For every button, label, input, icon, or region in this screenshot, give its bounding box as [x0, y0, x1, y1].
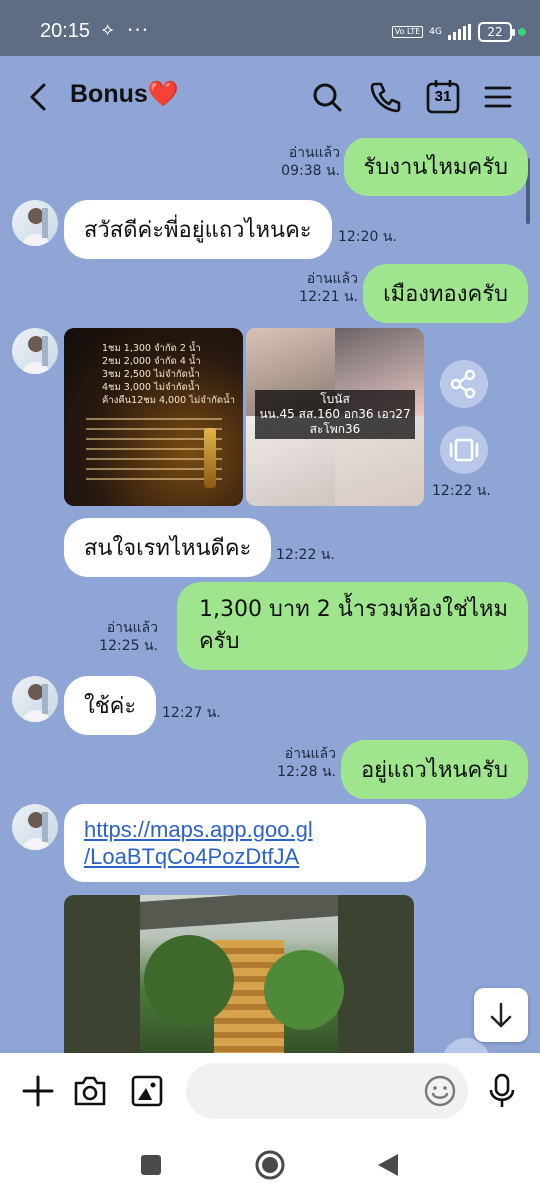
- status-extra-icon: ⟡: [102, 20, 114, 40]
- message-time: 12:28 น.: [277, 764, 336, 780]
- outgoing-message[interactable]: เมืองทองครับ: [363, 264, 528, 323]
- read-receipt: อ่านแล้ว: [284, 746, 336, 762]
- message-time: 12:25 น.: [99, 638, 158, 654]
- read-receipt: อ่านแล้ว: [288, 145, 340, 161]
- share-button[interactable]: [440, 360, 488, 408]
- bottle-decoration: [204, 428, 216, 488]
- read-receipt: อ่านแล้ว: [106, 620, 158, 636]
- message-time: 12:27 น.: [162, 705, 221, 721]
- map-link-line[interactable]: https://maps.app.goo.gl: [84, 816, 406, 843]
- caption-line: โบนัส: [320, 392, 350, 406]
- calendar-icon[interactable]: 31: [424, 78, 462, 116]
- message-meta: อ่านแล้ว 12:25 น.: [99, 619, 158, 655]
- read-receipt: อ่านแล้ว: [306, 271, 358, 287]
- tree-shape: [144, 935, 234, 1025]
- message-time: 09:38 น.: [281, 163, 340, 179]
- share-icon: [450, 369, 476, 399]
- profile-collage-image[interactable]: โบนัส นน.45 สส.160 อก36 เอว27 สะโพก36: [246, 328, 424, 506]
- price-line: 2ชม 2,000 จำกัด 4 น้ำ: [102, 356, 201, 367]
- outgoing-message[interactable]: 1,300 บาท 2 น้ำรวมห้องใช่ไหม ครับ: [176, 582, 528, 670]
- price-line: ค้างคืน12ชม 4,000 ไม่จำกัดน้ำ: [102, 395, 235, 406]
- incoming-message[interactable]: สนใจเรทไหนดีคะ: [64, 518, 272, 577]
- camera-icon[interactable]: [70, 1071, 110, 1111]
- avatar[interactable]: [12, 676, 58, 722]
- avatar[interactable]: [12, 804, 58, 850]
- caption-line: นน.45 สส.160 อก36 เอว27: [259, 407, 411, 421]
- recents-icon[interactable]: [138, 1152, 164, 1178]
- scroll-down-button[interactable]: [474, 988, 528, 1042]
- message-time: 12:22 น.: [432, 483, 491, 499]
- outgoing-message[interactable]: อยู่แถวไหนครับ: [340, 740, 528, 799]
- carousel-button[interactable]: [440, 426, 488, 474]
- image-caption: โบนัส นน.45 สส.160 อก36 เอว27 สะโพก36: [246, 390, 424, 439]
- search-icon[interactable]: [308, 78, 346, 116]
- home-icon[interactable]: [254, 1149, 286, 1181]
- message-time: 12:20 น.: [338, 229, 397, 245]
- price-list-image[interactable]: 1ชม 1,300 จำกัด 2 น้ำ 2ชม 2,000 จำกัด 4 …: [64, 328, 243, 506]
- chat-title-text: Bonus: [70, 80, 148, 108]
- back-nav-icon[interactable]: [374, 1151, 402, 1179]
- message-input[interactable]: [186, 1063, 468, 1119]
- carousel-icon: [449, 438, 479, 462]
- message-line: 1,300 บาท 2 น้ำรวมห้องใช่ไหม: [198, 597, 508, 622]
- avatar[interactable]: [12, 328, 58, 374]
- outgoing-message[interactable]: รับงานไหมครับ: [343, 138, 528, 196]
- chat-area[interactable]: อ่านแล้ว 09:38 น. รับงานไหมครับ สวัสดีค่…: [0, 138, 540, 1053]
- message-line: ครับ: [198, 629, 240, 654]
- message-time: 12:22 น.: [276, 547, 335, 563]
- price-line: 3ชม 2,500 ไม่จำกัดน้ำ: [102, 369, 200, 380]
- emoji-icon[interactable]: [422, 1073, 458, 1109]
- volte-icon: Vo LTE: [391, 26, 424, 38]
- caption-line: สะโพก36: [309, 422, 361, 436]
- price-line: 4ชม 3,000 ไม่จำกัดน้ำ: [102, 382, 200, 393]
- chat-header: Bonus❤️ 31: [0, 56, 540, 138]
- status-right-group: Vo LTE 4G 22: [391, 22, 526, 42]
- heart-emoji: ❤️: [147, 80, 179, 108]
- calendar-day: 31: [434, 88, 452, 105]
- status-time: 20:15: [40, 20, 91, 42]
- message-meta: อ่านแล้ว 12:28 น.: [277, 745, 336, 781]
- plus-icon[interactable]: [18, 1071, 58, 1111]
- link-message[interactable]: https://maps.app.goo.gl /LoaBTqCo4PozDtf…: [64, 804, 426, 882]
- image-icon[interactable]: [127, 1071, 167, 1111]
- scroll-down-icon: [490, 1002, 512, 1028]
- chat-title[interactable]: Bonus❤️: [70, 80, 179, 109]
- incoming-message[interactable]: ใช้ค่ะ: [64, 676, 157, 735]
- decorative-text-lines: [86, 418, 222, 488]
- message-input-bar: [0, 1053, 540, 1130]
- status-dot: [518, 28, 526, 36]
- back-icon[interactable]: [20, 78, 58, 116]
- incoming-message[interactable]: สวัสดีค่ะพี่อยู่แถวไหนคะ: [64, 200, 332, 259]
- network-type: 4G: [429, 27, 442, 37]
- menu-icon[interactable]: [480, 78, 518, 116]
- status-bar: 20:15 ⟡ ··· Vo LTE 4G 22: [0, 0, 540, 56]
- avatar[interactable]: [12, 200, 58, 246]
- link-preview-image[interactable]: [64, 895, 414, 1053]
- status-more-icon: ···: [127, 18, 150, 42]
- mic-icon[interactable]: [482, 1071, 522, 1111]
- system-nav-bar: [0, 1130, 540, 1200]
- price-line: 1ชม 1,300 จำกัด 2 น้ำ: [102, 343, 201, 354]
- battery-icon: 22: [478, 22, 515, 42]
- phone-icon[interactable]: [366, 78, 404, 116]
- message-time: 12:21 น.: [299, 289, 358, 305]
- message-meta: อ่านแล้ว 09:38 น.: [281, 144, 340, 180]
- price-list: 1ชม 1,300 จำกัด 2 น้ำ 2ชม 2,000 จำกัด 4 …: [102, 342, 235, 407]
- signal-icon: [448, 24, 471, 40]
- map-link-line[interactable]: /LoaBTqCo4PozDtfJA: [84, 843, 406, 870]
- message-meta: อ่านแล้ว 12:21 น.: [299, 270, 358, 306]
- tree-shape: [264, 950, 344, 1030]
